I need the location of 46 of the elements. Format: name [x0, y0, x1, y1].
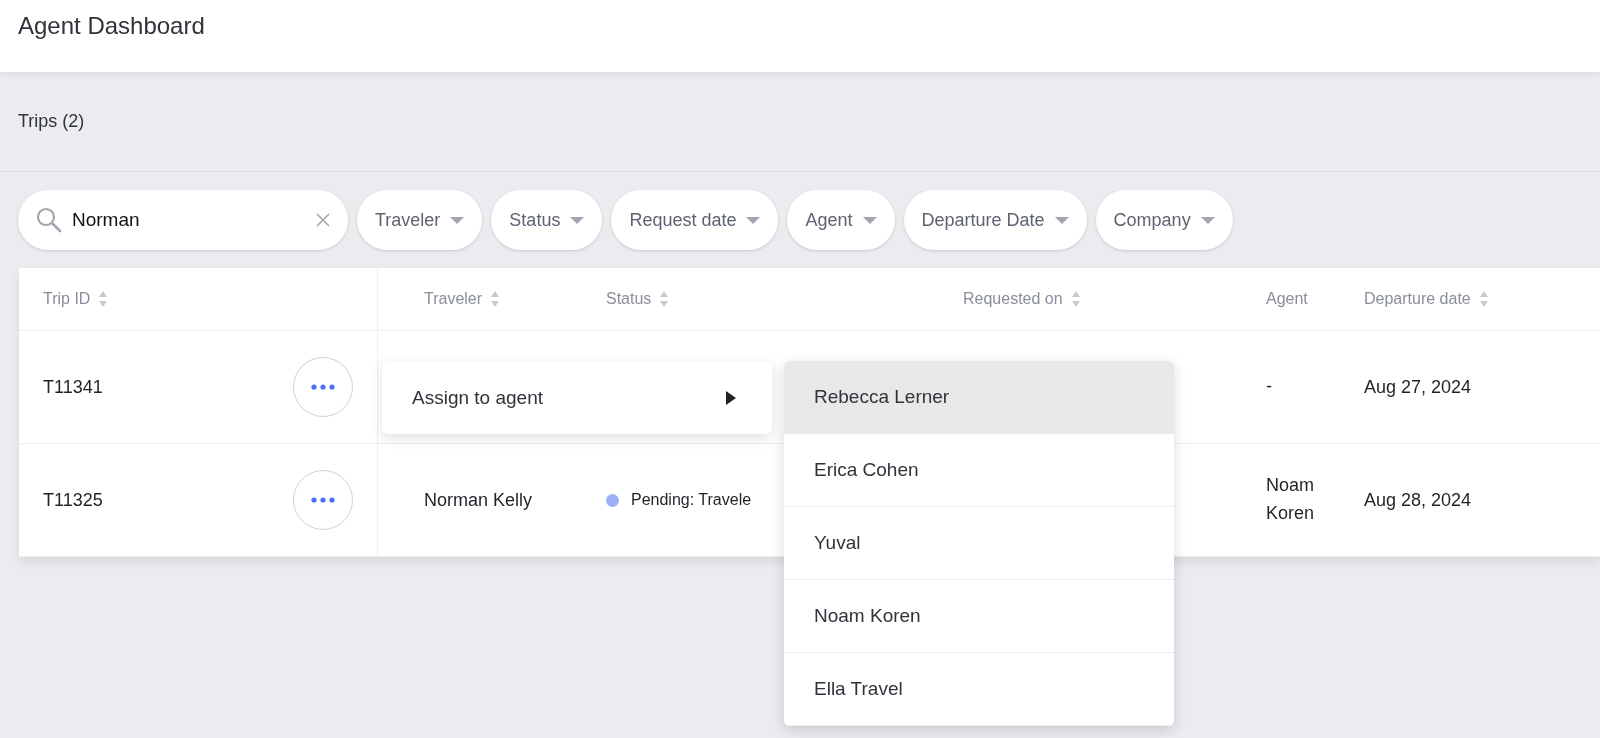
- menu-item[interactable]: Noam Koren: [784, 580, 1174, 653]
- filter-dropdown[interactable]: Company: [1095, 190, 1233, 250]
- table-cell-text: Norman Kelly: [424, 488, 533, 512]
- column-header: Agent: [1266, 288, 1308, 309]
- table-cell-text: Aug 28, 2024: [1364, 488, 1472, 512]
- sort-icon[interactable]: [659, 290, 670, 308]
- column-header: Status: [606, 289, 652, 309]
- search-icon: [36, 207, 62, 233]
- filter-dropdown[interactable]: Agent: [787, 190, 895, 250]
- menu-item[interactable]: Rebecca Lerner: [784, 361, 1174, 434]
- section-title: Trips (2): [18, 110, 85, 133]
- page-title: Agent Dashboard: [18, 12, 206, 41]
- clear-icon[interactable]: [316, 213, 330, 227]
- sort-icon[interactable]: [490, 290, 501, 308]
- status-text: Pending: Travele: [631, 490, 752, 510]
- caret-icon: [1200, 216, 1215, 224]
- table-cell-text: T11325: [43, 488, 103, 512]
- submenu-arrow-icon: [726, 391, 736, 405]
- filter-dropdown[interactable]: Status: [491, 190, 603, 250]
- caret-icon: [746, 216, 761, 224]
- filter-dropdown[interactable]: Request date: [611, 190, 779, 250]
- menu-item[interactable]: Ella Travel: [784, 653, 1174, 726]
- more-icon: [311, 497, 335, 503]
- caret-icon: [862, 216, 877, 224]
- sort-icon[interactable]: [98, 290, 109, 308]
- table-cell-text: Aug 27, 2024: [1364, 375, 1472, 399]
- sort-icon[interactable]: [1070, 290, 1081, 308]
- caret-icon: [570, 216, 585, 224]
- menu-item[interactable]: Assign to agent: [382, 362, 772, 434]
- table-cell-text: Noam Koren: [1266, 474, 1316, 525]
- column-header: Trip ID: [43, 289, 91, 309]
- column-header: Requested on: [963, 289, 1063, 309]
- filter-dropdown[interactable]: Departure Date: [903, 190, 1087, 250]
- sort-icon[interactable]: [1478, 290, 1489, 308]
- menu-item[interactable]: Yuval: [784, 507, 1174, 580]
- table-cell-text: T11341: [43, 375, 103, 399]
- column-header: Traveler: [424, 289, 483, 309]
- table-cell-text: -: [1266, 375, 1272, 399]
- caret-icon: [450, 216, 465, 224]
- menu-item[interactable]: Erica Cohen: [784, 434, 1174, 507]
- filter-dropdown[interactable]: Traveler: [357, 190, 483, 250]
- caret-icon: [1054, 216, 1069, 224]
- more-icon: [311, 384, 335, 390]
- search-field[interactable]: Norman: [18, 190, 348, 250]
- search-input[interactable]: Norman: [70, 204, 308, 236]
- column-header: Departure date: [1364, 289, 1471, 309]
